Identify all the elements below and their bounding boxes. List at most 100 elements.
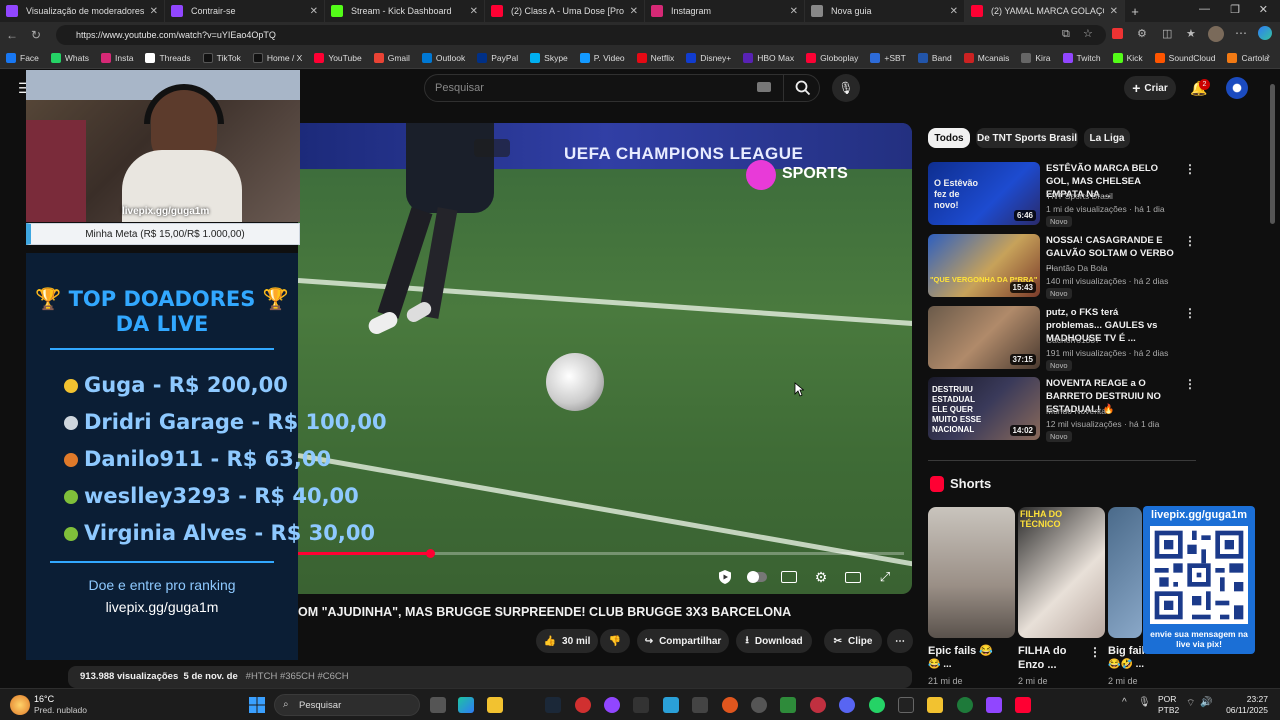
- bookmark-sbt[interactable]: +SBT: [870, 53, 906, 63]
- clip-button[interactable]: ✂ Clipe: [824, 629, 882, 653]
- new-tab-button[interactable]: +: [1125, 4, 1145, 19]
- bookmark-outlook[interactable]: Outlook: [421, 53, 465, 63]
- fullscreen-icon[interactable]: ⤢: [874, 566, 896, 588]
- tab-new-tab[interactable]: Nova guia ✕: [805, 0, 965, 22]
- create-button[interactable]: + Criar: [1124, 76, 1176, 100]
- star-icon[interactable]: ☆: [1083, 27, 1093, 40]
- input-language[interactable]: POR: [1158, 694, 1176, 704]
- app-icon[interactable]: [810, 697, 826, 713]
- bookmark-face[interactable]: Face: [6, 53, 39, 63]
- chip-tnt-sports[interactable]: De TNT Sports Brasil: [976, 128, 1078, 148]
- extension-icon[interactable]: [1112, 28, 1123, 39]
- terminal-icon[interactable]: [898, 697, 914, 713]
- autoplay-toggle[interactable]: [746, 566, 768, 588]
- bookmark-skype[interactable]: Skype: [530, 53, 568, 63]
- short-video[interactable]: [928, 507, 1015, 638]
- settings-gear-icon[interactable]: ⚙: [810, 566, 832, 588]
- bookmark-whats[interactable]: Whats: [50, 53, 89, 63]
- install-app-icon[interactable]: ⧉: [1062, 28, 1070, 41]
- bookmark-kick[interactable]: Kick: [1112, 53, 1143, 63]
- like-button[interactable]: 👍 30 mil: [536, 629, 598, 653]
- shield-icon[interactable]: [714, 566, 736, 588]
- app-icon[interactable]: [692, 697, 708, 713]
- app-icon[interactable]: [633, 697, 649, 713]
- bookmark-gmail[interactable]: Gmail: [373, 53, 410, 63]
- tab-yamal-video[interactable]: (2) YAMAL MARCA GOLAÇO...✕: [965, 0, 1125, 22]
- close-icon[interactable]: ✕: [150, 6, 158, 17]
- short-video[interactable]: FILHA DO TÉCNICO: [1018, 507, 1105, 638]
- close-window-button[interactable]: ✕: [1259, 3, 1268, 16]
- channel-name[interactable]: TNT Sports Brasil: [1046, 191, 1113, 201]
- edge-icon[interactable]: [458, 697, 474, 713]
- keyboard-icon[interactable]: [757, 82, 771, 92]
- subtitles-icon[interactable]: [778, 566, 800, 588]
- app-icon[interactable]: [722, 697, 738, 713]
- more-actions-button[interactable]: ⋯: [887, 629, 913, 653]
- more-icon[interactable]: ⋮: [1184, 306, 1196, 320]
- close-icon[interactable]: ✕: [790, 6, 798, 17]
- seek-handle[interactable]: [426, 549, 436, 558]
- file-explorer-icon[interactable]: [487, 697, 503, 713]
- recommended-video[interactable]: 37:15 putz, o FKS terá problemas... GAUL…: [928, 306, 1198, 371]
- bookmark-tiktok[interactable]: TikTok: [202, 53, 241, 63]
- recommended-video[interactable]: O Estêvão fez de novo! 6:46 ESTÊVÃO MARC…: [928, 162, 1198, 227]
- recommended-video[interactable]: "QUE VERGONHA DA P*RRA" 15:43 NOSSA! CAS…: [928, 234, 1198, 299]
- tab-instagram[interactable]: Instagram ✕: [645, 0, 805, 22]
- more-menu-icon[interactable]: ⋯: [1235, 26, 1247, 40]
- bookmark-cartola[interactable]: Cartola: [1227, 53, 1269, 63]
- extensions-puzzle-icon[interactable]: ⚙: [1137, 27, 1147, 40]
- share-button[interactable]: ↪ Compartilhar: [637, 629, 729, 653]
- channel-name[interactable]: Cachorro1337: [1046, 335, 1100, 345]
- close-icon[interactable]: ✕: [1110, 6, 1118, 17]
- search-button[interactable]: [783, 75, 821, 101]
- close-icon[interactable]: ✕: [310, 6, 318, 17]
- bookmark-youtube[interactable]: YouTube: [314, 53, 362, 63]
- volume-icon[interactable]: 🔊: [1200, 697, 1212, 708]
- microphone-icon[interactable]: 🎙: [1138, 697, 1151, 708]
- tab-class-a[interactable]: (2) Class A - Uma Dose [Prod. Ad...✕: [485, 0, 645, 22]
- steam-icon[interactable]: [545, 697, 561, 713]
- bookmark-threads[interactable]: Threads: [145, 53, 191, 63]
- discord-icon[interactable]: [839, 697, 855, 713]
- profile-avatar[interactable]: [1208, 26, 1224, 42]
- close-icon[interactable]: ✕: [470, 6, 478, 17]
- app-icon[interactable]: [663, 697, 679, 713]
- account-avatar[interactable]: [1226, 77, 1248, 99]
- more-icon[interactable]: ⋮: [1184, 234, 1196, 248]
- bookmark-soundcloud[interactable]: SoundCloud: [1154, 53, 1215, 63]
- clock-time[interactable]: 23:27: [1228, 694, 1268, 704]
- download-button[interactable]: ⭳ Download: [736, 629, 812, 653]
- tab-kick-dashboard[interactable]: Stream - Kick Dashboard ✕: [325, 0, 485, 22]
- back-icon[interactable]: ←: [0, 28, 24, 42]
- hashtags[interactable]: #HTCH #365CH #C6CH: [246, 671, 349, 682]
- channel-name[interactable]: Mundo Noventa: [1046, 406, 1106, 416]
- more-icon[interactable]: ⋮: [1184, 377, 1196, 391]
- keyboard-layout[interactable]: PTB2: [1158, 705, 1179, 715]
- bookmark-prime-video[interactable]: P. Video: [579, 53, 625, 63]
- close-icon[interactable]: ✕: [950, 6, 958, 17]
- bookmark-paypal[interactable]: PayPal: [477, 53, 518, 63]
- chip-all[interactable]: Todos: [928, 128, 970, 148]
- minimize-button[interactable]: —: [1199, 3, 1210, 15]
- bookmark-x[interactable]: Home / X: [252, 53, 302, 63]
- chip-la-liga[interactable]: La Liga: [1084, 128, 1130, 148]
- bookmark-band[interactable]: Band: [917, 53, 952, 63]
- bookmark-disney[interactable]: Disney+: [686, 53, 731, 63]
- recommended-video[interactable]: DESTRUIU ESTADUAL ELE QUER MUITO ESSE NA…: [928, 377, 1198, 442]
- bookmark-netflix[interactable]: Netflix: [636, 53, 674, 63]
- theater-mode-icon[interactable]: [842, 566, 864, 588]
- short-video[interactable]: [1108, 507, 1142, 638]
- wifi-icon[interactable]: ⌔: [1186, 697, 1195, 710]
- task-view-icon[interactable]: [430, 697, 446, 713]
- app-icon[interactable]: [780, 697, 796, 713]
- refresh-icon[interactable]: ↻: [24, 28, 48, 42]
- bookmark-kira[interactable]: Kira: [1021, 53, 1051, 63]
- app-icon[interactable]: [927, 697, 943, 713]
- video-player[interactable]: UEFA CHAMPIONS LEAGUE SPORTS ⚙ ⤢: [298, 123, 912, 594]
- bookmark-insta[interactable]: Insta: [101, 53, 133, 63]
- bookmark-twitch[interactable]: Twitch: [1062, 53, 1101, 63]
- close-icon[interactable]: ✕: [630, 6, 638, 17]
- tab-contrair-se[interactable]: Contrair-se ✕: [165, 0, 325, 22]
- voice-search-button[interactable]: 🎙: [832, 74, 860, 102]
- taskbar-search-input[interactable]: ⌕ Pesquisar: [274, 694, 420, 716]
